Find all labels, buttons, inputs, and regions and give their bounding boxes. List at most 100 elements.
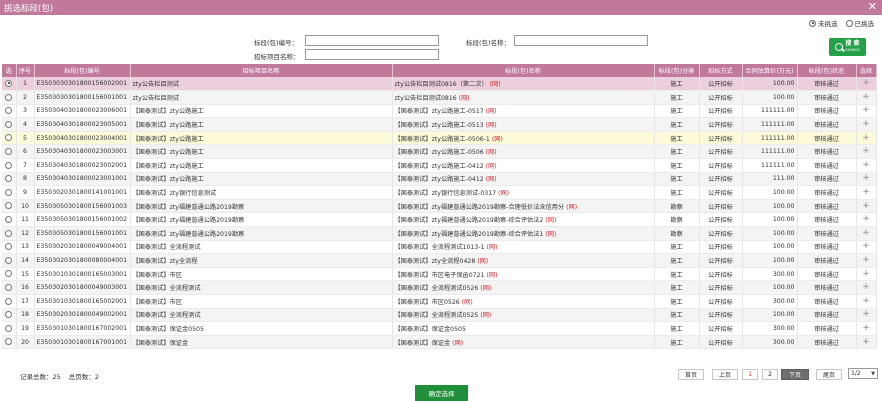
project-input[interactable] [305, 49, 439, 60]
row-radio-cell[interactable] [2, 267, 17, 282]
filter-unselected-option[interactable]: 未挑选 [809, 18, 838, 28]
radio-unchecked-icon[interactable] [5, 324, 13, 332]
add-icon[interactable]: + [862, 309, 870, 319]
row-select-cell[interactable]: + [856, 253, 877, 268]
add-icon[interactable]: + [862, 146, 870, 156]
radio-unchecked-icon[interactable] [5, 311, 13, 319]
row-radio-cell[interactable] [2, 117, 17, 132]
row-select-cell[interactable]: + [856, 267, 877, 282]
row-radio-cell[interactable] [2, 131, 17, 146]
row-select-cell[interactable]: + [856, 335, 877, 350]
row-radio-cell[interactable] [2, 172, 17, 187]
code-input[interactable] [305, 35, 439, 46]
add-icon[interactable]: + [862, 105, 870, 115]
table-row[interactable]: 9 E3503020301800141001001 【国泰测试】zty银行信息测试【… [2, 185, 877, 200]
row-select-cell[interactable]: + [856, 280, 877, 295]
page-2-button[interactable]: 2 [762, 369, 778, 380]
first-page-button[interactable]: 首页 [678, 369, 704, 380]
table-row[interactable]: 13 E3503020301800049004001 【国泰测试】全流程测试 【国泰测… [2, 240, 877, 255]
add-icon[interactable]: + [862, 133, 870, 143]
radio-checked-icon[interactable] [5, 79, 13, 87]
add-icon[interactable]: + [862, 78, 870, 88]
row-select-cell[interactable]: + [856, 77, 877, 92]
add-icon[interactable]: + [862, 201, 870, 211]
page-select[interactable]: 1/2 ▼ [848, 368, 878, 379]
table-row[interactable]: 10 E3503050301800156001003 【国泰测试】zty福建普通公路… [2, 199, 877, 214]
row-radio-cell[interactable] [2, 104, 17, 119]
table-row[interactable]: 20 E3503010301800167001001 【国泰测试】保证金 【国泰测试】… [2, 335, 877, 350]
row-select-cell[interactable]: + [856, 158, 877, 173]
radio-unchecked-icon[interactable] [5, 175, 13, 183]
radio-unchecked-icon[interactable] [5, 338, 13, 346]
radio-unchecked-icon[interactable] [5, 229, 13, 237]
last-page-button[interactable]: 尾页 [816, 369, 842, 380]
table-row[interactable]: 11 E3503050301800156001002 【国泰测试】zty福建普通公路… [2, 212, 877, 228]
row-radio-cell[interactable] [2, 144, 17, 160]
table-row[interactable]: 1 E3503030301800156002001 zty公告栏目测试 zty公告栏目… [2, 77, 877, 92]
add-icon[interactable]: + [862, 282, 870, 292]
add-icon[interactable]: + [862, 92, 870, 102]
row-radio-cell[interactable] [2, 321, 17, 336]
radio-unchecked-icon[interactable] [5, 297, 13, 305]
add-icon[interactable]: + [862, 160, 870, 170]
radio-unchecked-icon[interactable] [5, 161, 13, 169]
row-radio-cell[interactable] [2, 212, 17, 228]
table-row[interactable]: 2 E3503030301800156001001 zty公告栏目测试 zty公告栏目… [2, 90, 877, 105]
add-icon[interactable]: + [862, 337, 870, 347]
row-radio-cell[interactable] [2, 335, 17, 350]
radio-unchecked-icon[interactable] [5, 188, 13, 196]
row-radio-cell[interactable] [2, 280, 17, 295]
row-radio-cell[interactable] [2, 77, 17, 92]
row-select-cell[interactable]: + [856, 294, 877, 309]
radio-unchecked-icon[interactable] [5, 256, 13, 264]
table-row[interactable]: 4 E3503040301800023005001 【国泰测试】zty公路施工 【国泰… [2, 117, 877, 132]
radio-unchecked-icon[interactable] [5, 148, 13, 156]
row-select-cell[interactable]: + [856, 172, 877, 187]
row-select-cell[interactable]: + [856, 117, 877, 132]
table-row[interactable]: 15 E3503010301800165003001 【国泰测试】市区 【国泰测试】市… [2, 267, 877, 282]
table-row[interactable]: 18 E3503020301800049002001 【国泰测试】全流程测试 【国泰测… [2, 308, 877, 323]
row-select-cell[interactable]: + [856, 212, 877, 228]
radio-unchecked-icon[interactable] [5, 93, 13, 101]
add-icon[interactable]: + [862, 187, 870, 197]
table-row[interactable]: 17 E3503010301800165002001 【国泰测试】市区 【国泰测试】市… [2, 294, 877, 309]
row-select-cell[interactable]: + [856, 90, 877, 105]
add-icon[interactable]: + [862, 296, 870, 306]
add-icon[interactable]: + [862, 228, 870, 238]
prev-page-button[interactable]: 上页 [712, 369, 738, 380]
row-select-cell[interactable]: + [856, 185, 877, 200]
close-icon[interactable]: ✕ [868, 0, 877, 14]
radio-unchecked-icon[interactable] [845, 19, 853, 27]
add-icon[interactable]: + [862, 119, 870, 129]
next-page-button[interactable]: 下页 [781, 369, 809, 380]
table-row[interactable]: 5 E3503040301800023004001 【国泰测试】zty公路施工 【国泰… [2, 131, 877, 146]
row-radio-cell[interactable] [2, 90, 17, 105]
row-radio-cell[interactable] [2, 253, 17, 268]
table-row[interactable]: 3 E3503040301800023006001 【国泰测试】zty公路施工 【国泰… [2, 104, 877, 119]
radio-unchecked-icon[interactable] [5, 270, 13, 278]
table-row[interactable]: 19 E3503010301800167002001 【国泰测试】保证金0505 【国… [2, 321, 877, 336]
confirm-selection-button[interactable]: 确定选择 [415, 385, 468, 401]
row-select-cell[interactable]: + [856, 321, 877, 336]
add-icon[interactable]: + [862, 214, 870, 224]
name-input[interactable] [514, 35, 648, 46]
radio-unchecked-icon[interactable] [5, 120, 13, 128]
table-row[interactable]: 12 E3503050301800156001001 【国泰测试】zty福建普通公路… [2, 226, 877, 241]
row-select-cell[interactable]: + [856, 199, 877, 214]
row-select-cell[interactable]: + [856, 226, 877, 241]
table-row[interactable]: 8 E3503040301800023001001 【国泰测试】zty公路施工 【国泰… [2, 172, 877, 187]
table-row[interactable]: 6 E3503040301800023003001 【国泰测试】zty公路施工 【国泰… [2, 144, 877, 160]
radio-unchecked-icon[interactable] [5, 283, 13, 291]
row-select-cell[interactable]: + [856, 144, 877, 160]
row-radio-cell[interactable] [2, 158, 17, 173]
row-select-cell[interactable]: + [856, 131, 877, 146]
add-icon[interactable]: + [862, 255, 870, 265]
row-radio-cell[interactable] [2, 199, 17, 214]
row-radio-cell[interactable] [2, 294, 17, 309]
table-row[interactable]: 7 E3503040301800023002001 【国泰测试】zty公路施工 【国泰… [2, 158, 877, 173]
row-select-cell[interactable]: + [856, 308, 877, 323]
table-row[interactable]: 16 E3503020301800049003001 【国泰测试】全流程测试 【国泰测… [2, 280, 877, 295]
add-icon[interactable]: + [862, 269, 870, 279]
radio-unchecked-icon[interactable] [5, 215, 13, 223]
page-1-button[interactable]: 1 [742, 369, 758, 380]
